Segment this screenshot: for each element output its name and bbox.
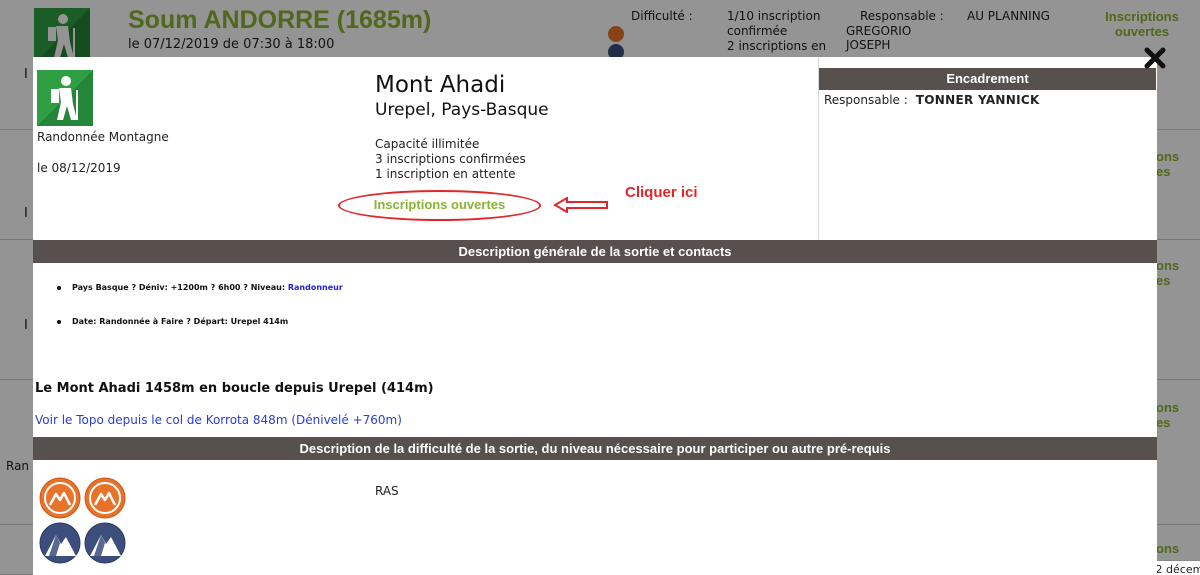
- activity-type: Randonnée Montagne: [37, 130, 169, 144]
- staff-responsible: Responsable : TONNER YANNICK: [824, 93, 1040, 107]
- capacity-info: Capacité illimitée 3 inscriptions confir…: [375, 137, 526, 182]
- general-description-header: Description générale de la sortie et con…: [33, 240, 1157, 263]
- difficulty-description-header: Description de la difficulté de la sorti…: [33, 437, 1157, 460]
- outing-date: le 08/12/2019: [37, 161, 121, 175]
- staff-header: Encadrement: [819, 68, 1156, 90]
- confirmed-count: 3 inscriptions confirmées: [375, 152, 526, 166]
- mountain-blue-icon: [39, 522, 81, 564]
- annotation-label: Cliquer ici: [625, 184, 698, 201]
- hiker-logo: [37, 70, 93, 126]
- outing-heading: Mont Ahadi Urepel, Pays-Basque: [375, 71, 549, 121]
- route-title: Le Mont Ahadi 1458m en boucle depuis Ure…: [35, 381, 434, 396]
- list-item: Pays Basque ? Déniv: +1200m ? 6h00 ? Niv…: [57, 283, 343, 292]
- outing-title: Mont Ahadi: [375, 72, 506, 98]
- outing-location: Urepel, Pays-Basque: [375, 100, 549, 120]
- responsible-name: TONNER YANNICK: [915, 93, 1040, 107]
- outing-detail-modal: Randonnée Montagne le 08/12/2019 Mont Ah…: [33, 57, 1157, 575]
- topo-link[interactable]: Voir le Topo depuis le col de Korrota 84…: [35, 413, 402, 427]
- close-icon[interactable]: [1143, 46, 1167, 70]
- responsible-label: Responsable :: [824, 93, 908, 107]
- effort-orange-icon: [39, 477, 81, 519]
- mountain-blue-icon: [84, 522, 126, 564]
- registration-open-link[interactable]: Inscriptions ouvertes: [338, 190, 541, 221]
- difficulty-comment: RAS: [375, 484, 399, 498]
- left-arrow-icon: [553, 197, 608, 213]
- hiker-icon: [37, 70, 93, 126]
- outing-details-list: Pays Basque ? Déniv: +1200m ? 6h00 ? Niv…: [57, 283, 343, 351]
- registration-callout: Inscriptions ouvertes: [338, 190, 541, 221]
- capacity-line: Capacité illimitée: [375, 137, 480, 151]
- level-link[interactable]: Randonneur: [288, 283, 343, 292]
- waiting-count: 1 inscription en attente: [375, 167, 516, 181]
- list-item: Date: Randonnée à Faire ? Départ: Urepel…: [57, 317, 343, 326]
- effort-orange-icon: [84, 477, 126, 519]
